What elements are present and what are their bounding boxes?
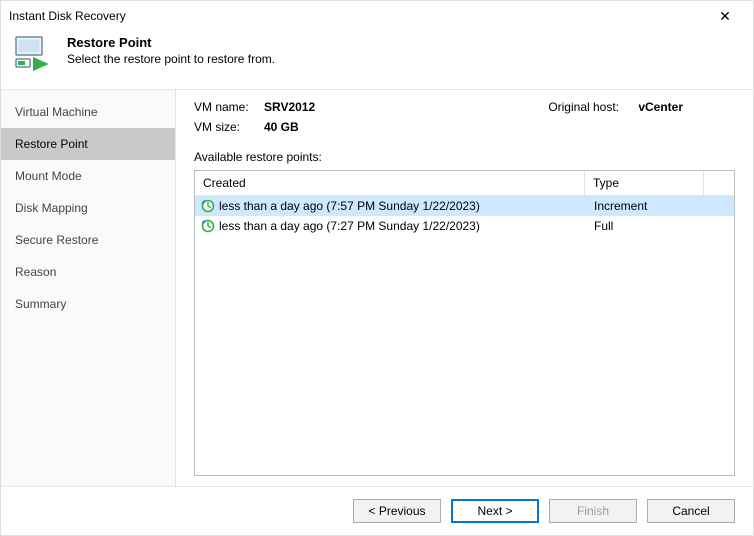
list-header: Created Type <box>195 171 734 196</box>
cell-created-text: less than a day ago (7:27 PM Sunday 1/22… <box>219 216 480 236</box>
column-header-pad <box>704 171 734 195</box>
vm-name-label: VM name: <box>194 100 264 114</box>
page-title: Restore Point <box>67 35 275 50</box>
sidebar-item-reason[interactable]: Reason <box>1 256 175 288</box>
wizard-window: Instant Disk Recovery ✕ Restore Point Se… <box>0 0 754 536</box>
original-host-value: vCenter <box>638 100 683 114</box>
restore-points-list: Created Type <box>194 170 735 476</box>
restore-point-row-icon <box>201 199 215 213</box>
sidebar-item-restore-point[interactable]: Restore Point <box>1 128 175 160</box>
close-icon[interactable]: ✕ <box>705 1 745 31</box>
sidebar-item-label: Disk Mapping <box>15 201 88 215</box>
vm-size-label: VM size: <box>194 120 264 134</box>
page-subtitle: Select the restore point to restore from… <box>67 52 275 66</box>
sidebar-item-virtual-machine[interactable]: Virtual Machine <box>1 96 175 128</box>
column-header-created[interactable]: Created <box>195 171 585 195</box>
sidebar-item-label: Reason <box>15 265 56 279</box>
sidebar-item-mount-mode[interactable]: Mount Mode <box>1 160 175 192</box>
cell-type: Full <box>586 216 704 236</box>
cell-created: less than a day ago (7:27 PM Sunday 1/22… <box>195 216 586 236</box>
wizard-steps-sidebar: Virtual Machine Restore Point Mount Mode… <box>1 90 176 486</box>
vm-name-value: SRV2012 <box>264 100 315 114</box>
cell-created-text: less than a day ago (7:57 PM Sunday 1/22… <box>219 196 480 216</box>
restore-point-icon <box>15 35 55 75</box>
restore-points-caption: Available restore points: <box>194 150 735 164</box>
sidebar-item-label: Restore Point <box>15 137 88 151</box>
sidebar-item-secure-restore[interactable]: Secure Restore <box>1 224 175 256</box>
wizard-header-text: Restore Point Select the restore point t… <box>67 35 275 66</box>
cancel-button[interactable]: Cancel <box>647 499 735 523</box>
list-row[interactable]: less than a day ago (7:57 PM Sunday 1/22… <box>195 196 734 216</box>
sidebar-item-label: Mount Mode <box>15 169 82 183</box>
wizard-main: VM name: SRV2012 Original host: vCenter … <box>176 90 753 486</box>
sidebar-item-label: Virtual Machine <box>15 105 98 119</box>
list-row[interactable]: less than a day ago (7:27 PM Sunday 1/22… <box>195 216 734 236</box>
column-header-type[interactable]: Type <box>585 171 704 195</box>
vm-size-row: VM size: 40 GB <box>194 120 735 134</box>
restore-point-row-icon <box>201 219 215 233</box>
next-button[interactable]: Next > <box>451 499 539 523</box>
sidebar-item-label: Secure Restore <box>15 233 98 247</box>
sidebar-item-label: Summary <box>15 297 66 311</box>
vm-size-value: 40 GB <box>264 120 299 134</box>
window-title: Instant Disk Recovery <box>9 9 705 23</box>
wizard-body: Virtual Machine Restore Point Mount Mode… <box>1 89 753 486</box>
previous-button[interactable]: < Previous <box>353 499 441 523</box>
list-rows: less than a day ago (7:57 PM Sunday 1/22… <box>195 196 734 475</box>
vm-name-row: VM name: SRV2012 Original host: vCenter <box>194 100 735 114</box>
sidebar-item-disk-mapping[interactable]: Disk Mapping <box>1 192 175 224</box>
original-host-label: Original host: <box>548 100 638 114</box>
titlebar: Instant Disk Recovery ✕ <box>1 1 753 31</box>
cell-created: less than a day ago (7:57 PM Sunday 1/22… <box>195 196 586 216</box>
sidebar-item-summary[interactable]: Summary <box>1 288 175 320</box>
wizard-header: Restore Point Select the restore point t… <box>1 31 753 89</box>
cell-type: Increment <box>586 196 704 216</box>
finish-button: Finish <box>549 499 637 523</box>
wizard-footer: < Previous Next > Finish Cancel <box>1 486 753 535</box>
